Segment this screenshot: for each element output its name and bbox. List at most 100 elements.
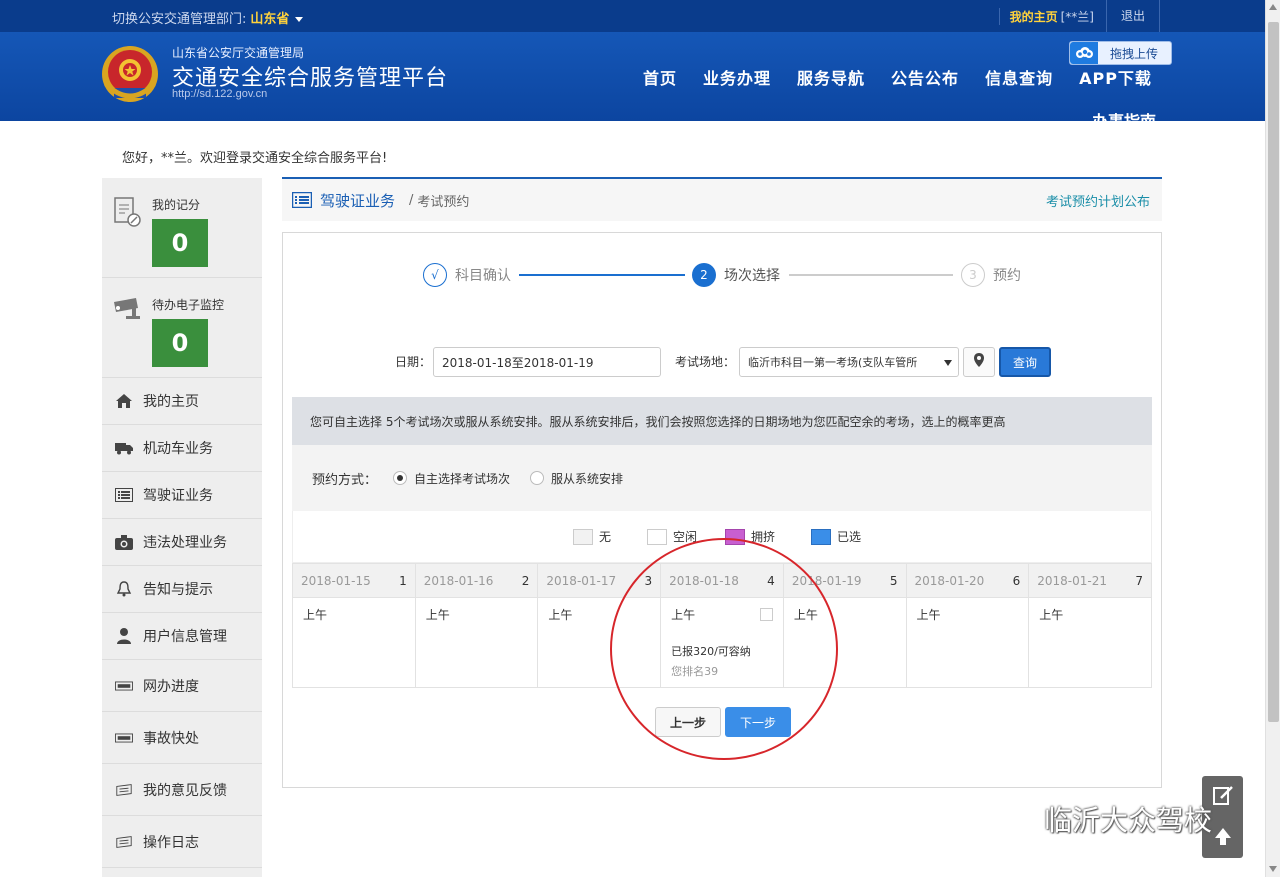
session-calendar: 2018-01-15 1 2018-01-16 2 2018-01-17 3 2018… — [292, 563, 1152, 688]
site-label: 考试场地： — [675, 355, 736, 369]
slot-label: 上午 — [1039, 608, 1064, 622]
nav-service-guide[interactable]: 服务导航 — [797, 65, 865, 89]
step-connector — [789, 274, 953, 276]
session-cell-available[interactable]: 上午 已报320/可容纳 您排名39 — [660, 597, 784, 688]
scrollbar-thumb[interactable] — [1268, 22, 1279, 722]
sidebar: 我的记分 0 待办电子监控 0 我的主页 机动车业务 驾驶证业务 违法处理业务 … — [102, 178, 262, 877]
nav-home[interactable]: 首页 — [643, 65, 677, 89]
monitor-panel[interactable]: 待办电子监控 0 — [102, 278, 262, 378]
site-select[interactable]: 临沂市科目一第一考场(支队车管所 — [739, 347, 959, 377]
sidebar-item-label: 用户信息管理 — [143, 629, 227, 645]
slot-label: 上午 — [671, 608, 696, 622]
session-cell: 上午 — [782, 597, 907, 688]
switch-label: 切换公安交通管理部门: — [112, 12, 247, 27]
step-subject-confirm: √ 科目确认 — [423, 263, 511, 287]
site-header: 山东省公安厅交通管理局 交通安全综合服务管理平台 http://sd.122.g… — [0, 32, 1265, 121]
edit-icon[interactable] — [1212, 784, 1234, 810]
next-step-button[interactable]: 下一步 — [725, 707, 791, 737]
log-icon — [115, 834, 133, 850]
breadcrumb: 驾驶证业务 / 考试预约 考试预约计划公布 — [282, 177, 1162, 221]
option-label: 服从系统安排 — [551, 471, 624, 486]
session-cell: 上午 — [537, 597, 662, 688]
sidebar-item-label: 驾驶证业务 — [143, 488, 213, 504]
legend-label: 无 — [598, 530, 611, 544]
sidebar-item-vehicle[interactable]: 机动车业务 — [102, 425, 262, 472]
page-scrollbar[interactable] — [1265, 0, 1280, 877]
caret-down-icon[interactable] — [295, 17, 304, 22]
availability-legend: 无 空闲 拥挤 已选 — [292, 511, 1152, 563]
drag-upload-button[interactable]: 拖拽上传 — [1069, 41, 1172, 65]
nav-info-query[interactable]: 信息查询 — [985, 65, 1053, 89]
legend-none: 无 — [572, 528, 611, 545]
check-icon: √ — [423, 263, 447, 287]
list-icon — [291, 191, 313, 209]
sidebar-item-log[interactable]: 操作日志 — [102, 816, 262, 868]
exam-plan-link[interactable]: 考试预约计划公布 — [1046, 191, 1150, 210]
sidebar-item-feedback[interactable]: 我的意见反馈 — [102, 764, 262, 816]
watermark: 临沂大众驾校 — [988, 798, 1212, 839]
map-pin-button[interactable] — [963, 347, 995, 377]
step-label: 场次选择 — [724, 268, 780, 284]
cloud-icon — [1070, 42, 1098, 64]
day-header: 2018-01-17 3 — [537, 563, 662, 598]
progress-icon — [115, 678, 133, 694]
sidebar-item-label: 违法处理业务 — [143, 535, 227, 551]
breadcrumb-separator: / — [409, 192, 414, 208]
mode-option-system-assign[interactable]: 服从系统安排 — [530, 470, 623, 487]
radio-selected[interactable] — [393, 471, 408, 485]
score-value: 0 — [152, 219, 208, 267]
sidebar-item-user-info[interactable]: 用户信息管理 — [102, 613, 262, 660]
sidebar-item-progress[interactable]: 网办进度 — [102, 660, 262, 712]
nav-announcements[interactable]: 公告公布 — [891, 65, 959, 89]
nav-app-download[interactable]: APP下载 — [1079, 65, 1152, 89]
query-button[interactable]: 查询 — [999, 347, 1051, 377]
mode-option-self-select[interactable]: 自主选择考试场次 — [393, 470, 510, 487]
nav-business[interactable]: 业务办理 — [703, 65, 771, 89]
day-header: 2018-01-21 7 — [1028, 563, 1152, 598]
bell-icon — [115, 581, 133, 597]
sidebar-item-violation[interactable]: 违法处理业务 — [102, 519, 262, 566]
welcome-message: 您好，**兰。欢迎登录交通安全综合服务平台! — [122, 151, 388, 166]
sidebar-item-notice[interactable]: 告知与提示 — [102, 566, 262, 613]
session-checkbox[interactable] — [759, 608, 773, 621]
day-header: 2018-01-20 6 — [905, 563, 1030, 598]
back-to-top-icon[interactable] — [1213, 826, 1233, 850]
step-connector — [519, 274, 685, 276]
legend-swatch — [572, 528, 593, 545]
my-home-link[interactable]: 我的主页 — [998, 7, 1061, 25]
radio-unselected[interactable] — [530, 471, 545, 485]
day-header: 2018-01-15 1 — [292, 563, 416, 598]
option-label: 自主选择考试场次 — [414, 471, 511, 486]
legend-swatch — [725, 528, 745, 545]
scroll-down-icon[interactable] — [1269, 866, 1277, 872]
sidebar-item-accident[interactable]: 事故快处 — [102, 712, 262, 764]
legend-crowded: 拥挤 — [725, 528, 775, 545]
department-switch[interactable]: 切换公安交通管理部门: 山东省 — [112, 8, 304, 27]
map-pin-icon — [974, 353, 984, 371]
sidebar-item-home[interactable]: 我的主页 — [102, 378, 262, 425]
sidebar-item-license[interactable]: 驾驶证业务 — [102, 472, 262, 519]
surveillance-camera-icon — [112, 296, 142, 328]
step-session-select: 2 场次选择 — [692, 263, 780, 287]
legend-label: 拥挤 — [751, 530, 776, 544]
booking-mode: 预约方式： 自主选择考试场次 服从系统安排 — [292, 445, 1152, 511]
province-selector[interactable]: 山东省 — [250, 12, 289, 27]
top-bar: 切换公安交通管理部门: 山东省 我的主页 [**兰] 退出 — [0, 0, 1265, 32]
booking-card: √ 科目确认 2 场次选择 3 预约 日期： 2018-01-18至2018-0… — [282, 232, 1162, 788]
step-booking: 3 预约 — [961, 263, 1021, 287]
legend-selected: 已选 — [811, 528, 861, 545]
session-cell: 上午 — [905, 597, 1030, 688]
site-url: http://sd.122.gov.cn — [172, 88, 268, 100]
nav-guide[interactable]: 办事指南 — [1092, 108, 1156, 121]
logout-link[interactable]: 退出 — [1105, 0, 1160, 32]
home-icon — [115, 393, 133, 409]
date-input[interactable]: 2018-01-18至2018-01-19 — [433, 347, 661, 377]
score-panel[interactable]: 我的记分 0 — [102, 178, 262, 278]
prev-step-button[interactable]: 上一步 — [655, 707, 721, 737]
monitor-value: 0 — [152, 319, 208, 367]
accident-icon — [115, 730, 133, 746]
breadcrumb-section[interactable]: 驾驶证业务 — [320, 190, 395, 211]
document-pen-icon — [112, 196, 142, 228]
scroll-up-icon[interactable] — [1269, 4, 1277, 10]
slot-label: 上午 — [793, 608, 818, 622]
